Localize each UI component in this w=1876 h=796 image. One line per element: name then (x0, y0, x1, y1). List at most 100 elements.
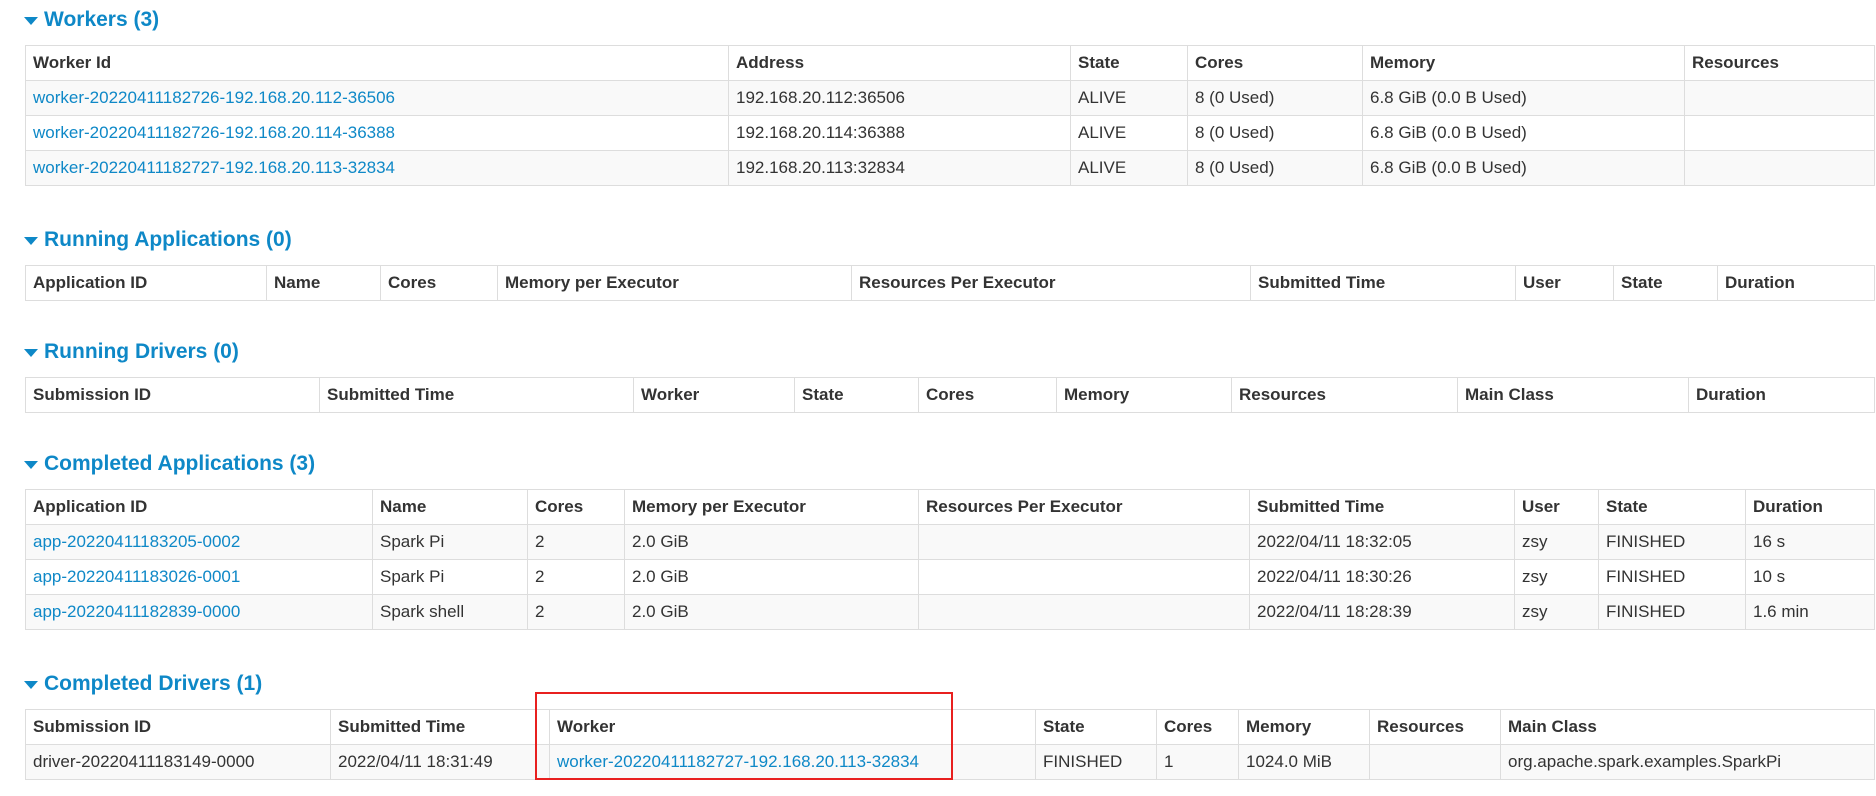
table-row: app-20220411183205-0002 Spark Pi 2 2.0 G… (25, 524, 1875, 560)
column-header[interactable]: Name (372, 489, 528, 525)
table-cell: 2 (527, 594, 625, 630)
column-header[interactable]: Duration (1688, 377, 1875, 413)
column-header[interactable]: User (1514, 489, 1599, 525)
application-id-link[interactable]: app-20220411182839-0000 (33, 602, 240, 621)
column-header[interactable]: Resources Per Executor (851, 265, 1251, 301)
table-cell (1684, 150, 1875, 186)
table-cell: app-20220411182839-0000 (25, 594, 373, 630)
table-cell: FINISHED (1035, 744, 1157, 780)
table-cell: 6.8 GiB (0.0 B Used) (1362, 115, 1685, 151)
column-header[interactable]: Worker Id (25, 45, 729, 81)
column-header[interactable]: Memory (1238, 709, 1370, 745)
section-toggle-running-drivers[interactable]: Running Drivers (0) (24, 339, 239, 365)
application-id-link[interactable]: app-20220411183205-0002 (33, 532, 240, 551)
column-header[interactable]: User (1515, 265, 1614, 301)
table-cell: 2022/04/11 18:31:49 (330, 744, 550, 780)
table-cell (918, 559, 1250, 595)
column-header[interactable]: State (1070, 45, 1188, 81)
table-header-row: Application ID Name Cores Memory per Exe… (25, 265, 1875, 301)
table-cell: app-20220411183026-0001 (25, 559, 373, 595)
table-row: worker-20220411182726-192.168.20.114-363… (25, 115, 1875, 151)
table-cell: ALIVE (1070, 80, 1188, 116)
completed-applications-table: Application ID Name Cores Memory per Exe… (25, 489, 1875, 630)
column-header[interactable]: Duration (1717, 265, 1875, 301)
column-header[interactable]: Submitted Time (319, 377, 634, 413)
section-toggle-running-applications[interactable]: Running Applications (0) (24, 227, 292, 253)
column-header[interactable]: Cores (1187, 45, 1363, 81)
column-header[interactable]: Application ID (25, 265, 267, 301)
table-cell: 1 (1156, 744, 1239, 780)
table-cell: 1024.0 MiB (1238, 744, 1370, 780)
running-applications-table: Application ID Name Cores Memory per Exe… (25, 265, 1875, 301)
worker-id-link[interactable]: worker-20220411182727-192.168.20.113-328… (33, 158, 395, 177)
table-cell: 2022/04/11 18:30:26 (1249, 559, 1515, 595)
worker-link[interactable]: worker-20220411182727-192.168.20.113-328… (557, 752, 919, 771)
column-header[interactable]: Main Class (1500, 709, 1875, 745)
column-header[interactable]: Worker (549, 709, 1036, 745)
column-header[interactable]: Address (728, 45, 1071, 81)
column-header[interactable]: Submitted Time (1250, 265, 1516, 301)
section-title-completed-applications: Completed Applications (3) (44, 452, 316, 475)
table-cell: 2.0 GiB (624, 559, 919, 595)
column-header[interactable]: State (1598, 489, 1746, 525)
column-header[interactable]: Worker (633, 377, 795, 413)
table-row: driver-20220411183149-0000 2022/04/11 18… (25, 744, 1875, 780)
column-header[interactable]: Memory (1056, 377, 1232, 413)
table-header-row: Application ID Name Cores Memory per Exe… (25, 489, 1875, 525)
table-cell: worker-20220411182727-192.168.20.113-328… (25, 150, 729, 186)
table-cell: 8 (0 Used) (1187, 150, 1363, 186)
table-cell: FINISHED (1598, 559, 1746, 595)
section-toggle-completed-drivers[interactable]: Completed Drivers (1) (24, 671, 262, 697)
table-cell: 2 (527, 524, 625, 560)
column-header[interactable]: Cores (380, 265, 498, 301)
table-cell: 1.6 min (1745, 594, 1875, 630)
column-header[interactable]: Submitted Time (330, 709, 550, 745)
column-header[interactable]: State (794, 377, 919, 413)
section-title-running-applications: Running Applications (0) (44, 228, 292, 251)
column-header[interactable]: State (1035, 709, 1157, 745)
table-header-row: Worker Id Address State Cores Memory Res… (25, 45, 1875, 81)
column-header[interactable]: Duration (1745, 489, 1875, 525)
table-cell: 10 s (1745, 559, 1875, 595)
column-header[interactable]: Cores (527, 489, 625, 525)
section-toggle-completed-applications[interactable]: Completed Applications (3) (24, 451, 315, 477)
column-header[interactable]: Main Class (1457, 377, 1689, 413)
column-header[interactable]: Name (266, 265, 381, 301)
table-cell: FINISHED (1598, 524, 1746, 560)
column-header[interactable]: Submitted Time (1249, 489, 1515, 525)
column-header[interactable]: Resources (1231, 377, 1458, 413)
column-header[interactable]: State (1613, 265, 1718, 301)
worker-id-link[interactable]: worker-20220411182726-192.168.20.112-365… (33, 88, 395, 107)
column-header[interactable]: Submission ID (25, 709, 331, 745)
column-header[interactable]: Resources Per Executor (918, 489, 1250, 525)
application-id-link[interactable]: app-20220411183026-0001 (33, 567, 240, 586)
table-cell (1369, 744, 1501, 780)
column-header[interactable]: Cores (918, 377, 1057, 413)
table-cell: driver-20220411183149-0000 (25, 744, 331, 780)
workers-table: Worker Id Address State Cores Memory Res… (25, 45, 1875, 186)
section-title-running-drivers: Running Drivers (0) (44, 340, 239, 363)
column-header[interactable]: Memory per Executor (624, 489, 919, 525)
collapse-caret-icon (24, 349, 38, 357)
section-title-workers: Workers (3) (44, 8, 160, 31)
collapse-caret-icon (24, 461, 38, 469)
table-cell: 8 (0 Used) (1187, 115, 1363, 151)
column-header[interactable]: Application ID (25, 489, 373, 525)
table-cell (1684, 80, 1875, 116)
table-cell: org.apache.spark.examples.SparkPi (1500, 744, 1875, 780)
column-header[interactable]: Memory (1362, 45, 1685, 81)
worker-id-link[interactable]: worker-20220411182726-192.168.20.114-363… (33, 123, 395, 142)
column-header[interactable]: Cores (1156, 709, 1239, 745)
table-row: app-20220411182839-0000 Spark shell 2 2.… (25, 594, 1875, 630)
section-toggle-workers[interactable]: Workers (3) (24, 7, 159, 33)
table-cell: zsy (1514, 559, 1599, 595)
column-header[interactable]: Resources (1369, 709, 1501, 745)
column-header[interactable]: Resources (1684, 45, 1875, 81)
table-cell: 2.0 GiB (624, 594, 919, 630)
table-cell: Spark shell (372, 594, 528, 630)
table-cell: 6.8 GiB (0.0 B Used) (1362, 80, 1685, 116)
table-cell (918, 524, 1250, 560)
table-cell: worker-20220411182727-192.168.20.113-328… (549, 744, 1036, 780)
column-header[interactable]: Memory per Executor (497, 265, 852, 301)
column-header[interactable]: Submission ID (25, 377, 320, 413)
